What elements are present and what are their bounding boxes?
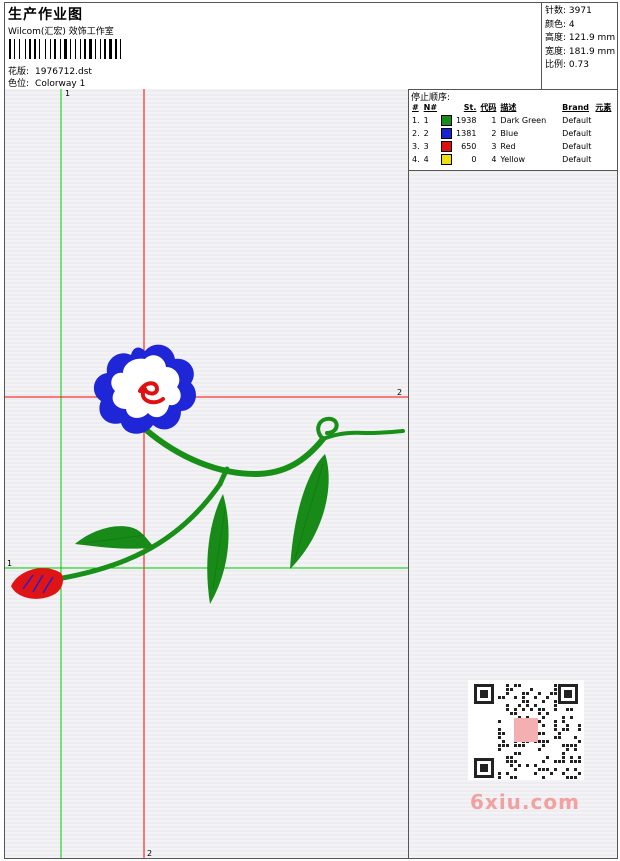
- stem-group: [54, 416, 405, 582]
- color-swatch: [441, 128, 453, 139]
- page-title: 生产作业图: [8, 7, 83, 23]
- qr-code: [468, 680, 584, 780]
- colorway-value: Colorway 1: [35, 79, 86, 89]
- leaf-right: [290, 454, 329, 569]
- seal-stamp: [514, 718, 538, 742]
- stat-ratio: 比例: 0.73: [545, 60, 589, 70]
- watermark: 6xiu.com: [470, 790, 580, 814]
- bud-body: [11, 568, 63, 599]
- color-swatch: [441, 115, 453, 126]
- table-row[interactable]: 3. 3 650 3 Red Default: [410, 140, 613, 153]
- stat-colors: 颜色: 4: [545, 19, 575, 30]
- color-swatch: [441, 154, 453, 165]
- leaf-middle: [207, 494, 229, 604]
- leaf-left: [75, 526, 155, 549]
- stat-height: 高度: 121.9 mm: [545, 33, 616, 43]
- stat-stitches: 针数: 3971: [545, 6, 592, 16]
- design-canvas[interactable]: 1 2 1 2: [5, 89, 409, 858]
- stop-sequence-panel: 停止顺序: # N# St. 代码 描述 Brand 元素 1. 1 1938 1 Da…: [409, 89, 617, 171]
- guide-label-v2: 2: [147, 849, 153, 858]
- table-row[interactable]: 2. 2 1381 2 Blue Default: [410, 127, 613, 140]
- red-bud: [11, 568, 63, 599]
- color-swatch: [441, 141, 453, 152]
- studio-name: Wilcom(汇宏) 效饰工作室: [8, 27, 114, 37]
- guide-label-h1: 1: [7, 559, 13, 568]
- guide-label-h2: 2: [397, 388, 403, 397]
- upper-stem: [142, 426, 326, 478]
- guide-label-v1: 1: [65, 89, 71, 98]
- barcode: [9, 39, 121, 59]
- table-header: # N# St. 代码 描述 Brand 元素: [412, 103, 612, 112]
- leaf-group: [75, 454, 329, 604]
- embroidery-preview: [5, 89, 408, 858]
- stop-sequence-table: # N# St. 代码 描述 Brand 元素 1. 1 1938 1 Dark Gre…: [410, 101, 613, 166]
- header: 生产作业图 Wilcom(汇宏) 效饰工作室 花版: 1976712.dst 色位…: [5, 3, 617, 90]
- stats-box: 针数: 3971 颜色: 4 高度: 121.9 mm 宽度: 181.9 mm…: [541, 3, 617, 89]
- stat-width: 宽度: 181.9 mm: [545, 46, 616, 57]
- colorway-row: 色位: Colorway 1: [8, 76, 85, 89]
- table-row[interactable]: 1. 1 1938 1 Dark Green Default: [410, 114, 613, 127]
- flower: [93, 344, 196, 434]
- table-row[interactable]: 4. 4 0 4 Yellow Default: [410, 153, 613, 166]
- colorway-label: 色位:: [8, 79, 30, 89]
